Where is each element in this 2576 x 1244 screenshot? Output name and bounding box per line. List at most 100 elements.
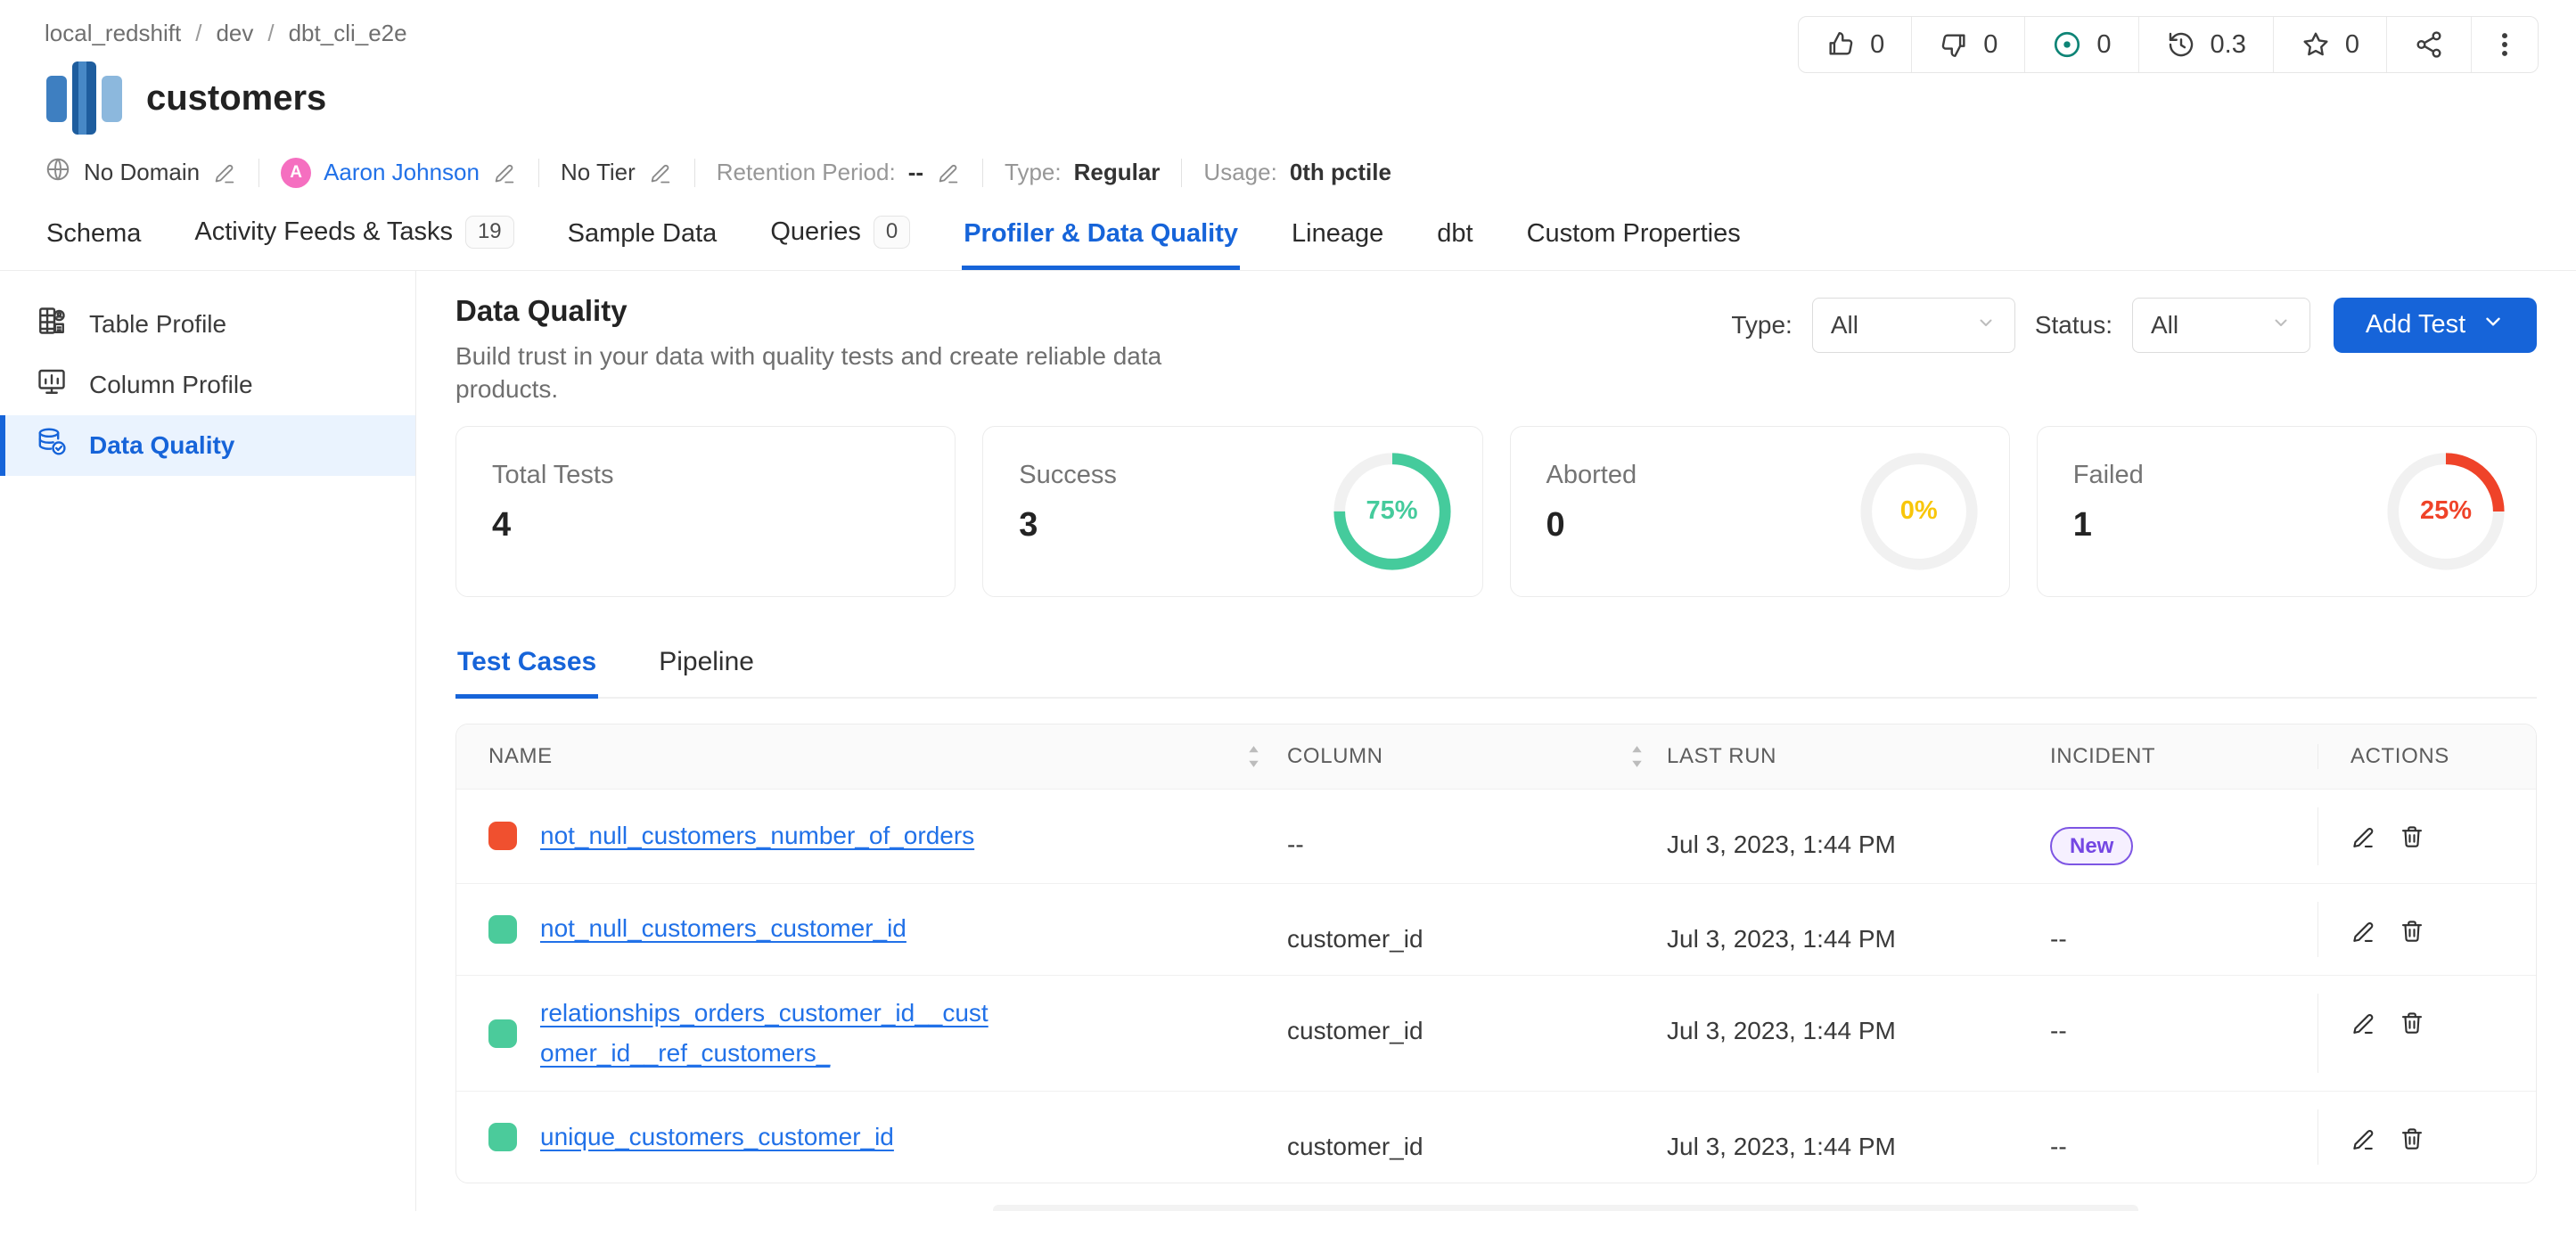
column-header-column: COLUMN [1284,744,1667,769]
aborted-percent-ring: 0% [1859,452,1979,571]
share-icon [2414,29,2444,60]
thumbs-down-icon [1939,29,1969,60]
upvote-count: 0 [1870,30,1884,60]
status-filter-select[interactable]: All [2132,298,2310,353]
status-filter-value: All [2151,311,2178,340]
edit-test-button[interactable] [2350,823,2377,850]
breadcrumb-schema[interactable]: dbt_cli_e2e [289,20,407,47]
upvote-button[interactable]: 0 [1799,17,1911,72]
page-title: customers [146,78,326,119]
incident-new-badge[interactable]: New [2050,827,2133,865]
tab-lineage[interactable]: Lineage [1290,214,1385,270]
delete-test-button[interactable] [2399,918,2425,945]
tab-profiler-data-quality[interactable]: Profiler & Data Quality [962,214,1240,270]
tab-queries[interactable]: Queries 0 [768,210,912,270]
thumbs-up-icon [1825,29,1856,60]
table-header-row: NAME COLUMN LAST RUN INCIDENT ACTIONS [456,724,2536,789]
test-incident-cell: -- [2050,994,2318,1074]
column-header-name: NAME [456,744,1284,769]
filters-toolbar: Type: All Status: All Add Test [1731,298,2537,353]
column-profile-icon [36,365,68,404]
test-case-link[interactable]: not_null_customers_customer_id [540,909,907,949]
edit-retention-button[interactable] [936,160,961,185]
kebab-menu-icon [2490,29,2520,60]
section-description: Build trust in your data with quality te… [455,340,1258,406]
tab-activity-feeds[interactable]: Activity Feeds & Tasks 19 [193,210,515,270]
column-header-actions: ACTIONS [2318,744,2535,769]
owner-avatar: A [281,158,311,188]
downvote-count: 0 [1983,30,1998,60]
edit-domain-button[interactable] [212,160,237,185]
type-filter-value: All [1831,311,1858,340]
test-last-run-cell: Jul 3, 2023, 1:44 PM [1667,994,2050,1074]
owner-link[interactable]: Aaron Johnson [324,159,480,186]
type-filter-select[interactable]: All [1812,298,2015,353]
test-incident-cell: -- [2050,902,2318,957]
type-value: Regular [1074,159,1161,186]
tab-sample-data[interactable]: Sample Data [566,214,719,270]
share-button[interactable] [2386,17,2471,72]
table-row: not_null_customers_customer_id customer_… [456,883,2536,975]
sidebar-item-label: Table Profile [89,310,226,339]
test-last-run-cell: Jul 3, 2023, 1:44 PM [1667,1109,2050,1165]
aborted-card: Aborted 0 0% [1510,426,2010,597]
edit-test-button[interactable] [2350,918,2377,945]
task-status-icon [2052,29,2082,60]
tab-schema[interactable]: Schema [45,214,143,270]
type-label: Type: [1005,159,1062,186]
add-test-button[interactable]: Add Test [2334,298,2537,353]
test-case-link[interactable]: relationships_orders_customer_id__custom… [540,994,990,1074]
success-percent-label: 75% [1333,452,1452,571]
open-tasks-button[interactable]: 0 [2024,17,2137,72]
sidebar-item-column-profile[interactable]: Column Profile [0,355,415,415]
edit-test-button[interactable] [2350,1010,2377,1036]
type-filter-label: Type: [1731,311,1792,340]
sidebar-item-table-profile[interactable]: Table Profile [0,294,415,355]
test-case-link[interactable]: unique_customers_customer_id [540,1117,894,1158]
test-last-run-cell: Jul 3, 2023, 1:44 PM [1667,902,2050,957]
edit-owner-button[interactable] [492,160,517,185]
data-quality-panel: Data Quality Build trust in your data wi… [416,271,2576,1211]
follow-star-button[interactable]: 0 [2273,17,2386,72]
usage-label: Usage: [1203,159,1276,186]
version-history-button[interactable]: 0.3 [2138,17,2273,72]
owner-meta: A Aaron Johnson [281,158,517,188]
retention-label: Retention Period: [717,159,896,186]
card-label: Total Tests [492,461,919,490]
queries-count-badge: 0 [874,216,910,249]
test-cases-table: NAME COLUMN LAST RUN INCIDENT ACTIONS [455,724,2537,1184]
delete-test-button[interactable] [2399,823,2425,850]
tab-custom-properties[interactable]: Custom Properties [1525,214,1743,270]
table-row: relationships_orders_customer_id__custom… [456,975,2536,1092]
retention-meta: Retention Period: -- [717,159,961,186]
sort-icon[interactable] [1630,745,1644,768]
activity-count-badge: 19 [465,216,514,249]
total-tests-card: Total Tests 4 [455,426,956,597]
follower-count: 0 [2345,30,2359,60]
edit-test-button[interactable] [2350,1125,2377,1152]
domain-meta: No Domain [45,156,237,189]
test-status-indicator [488,1123,517,1151]
tab-dbt[interactable]: dbt [1435,214,1474,270]
breadcrumb-service[interactable]: local_redshift [45,20,181,47]
failed-percent-ring: 25% [2386,452,2506,571]
meta-divider [694,159,695,187]
subtab-pipeline[interactable]: Pipeline [657,643,756,697]
usage-value: 0th pctile [1290,159,1391,186]
test-column-cell: -- [1284,807,1667,865]
meta-divider [982,159,983,187]
delete-test-button[interactable] [2399,1010,2425,1036]
more-options-button[interactable] [2471,17,2538,72]
test-case-link[interactable]: not_null_customers_number_of_orders [540,816,974,856]
subtab-test-cases[interactable]: Test Cases [455,643,598,697]
status-filter-label: Status: [2035,311,2112,340]
sidebar-item-data-quality[interactable]: Data Quality [0,415,415,476]
chevron-down-icon [1975,311,1997,340]
sort-icon[interactable] [1247,745,1260,768]
breadcrumb-database[interactable]: dev [216,20,253,47]
usage-meta: Usage: 0th pctile [1203,159,1391,186]
delete-test-button[interactable] [2399,1125,2425,1152]
section-title: Data Quality [455,294,1258,328]
downvote-button[interactable]: 0 [1911,17,2024,72]
edit-tier-button[interactable] [648,160,673,185]
